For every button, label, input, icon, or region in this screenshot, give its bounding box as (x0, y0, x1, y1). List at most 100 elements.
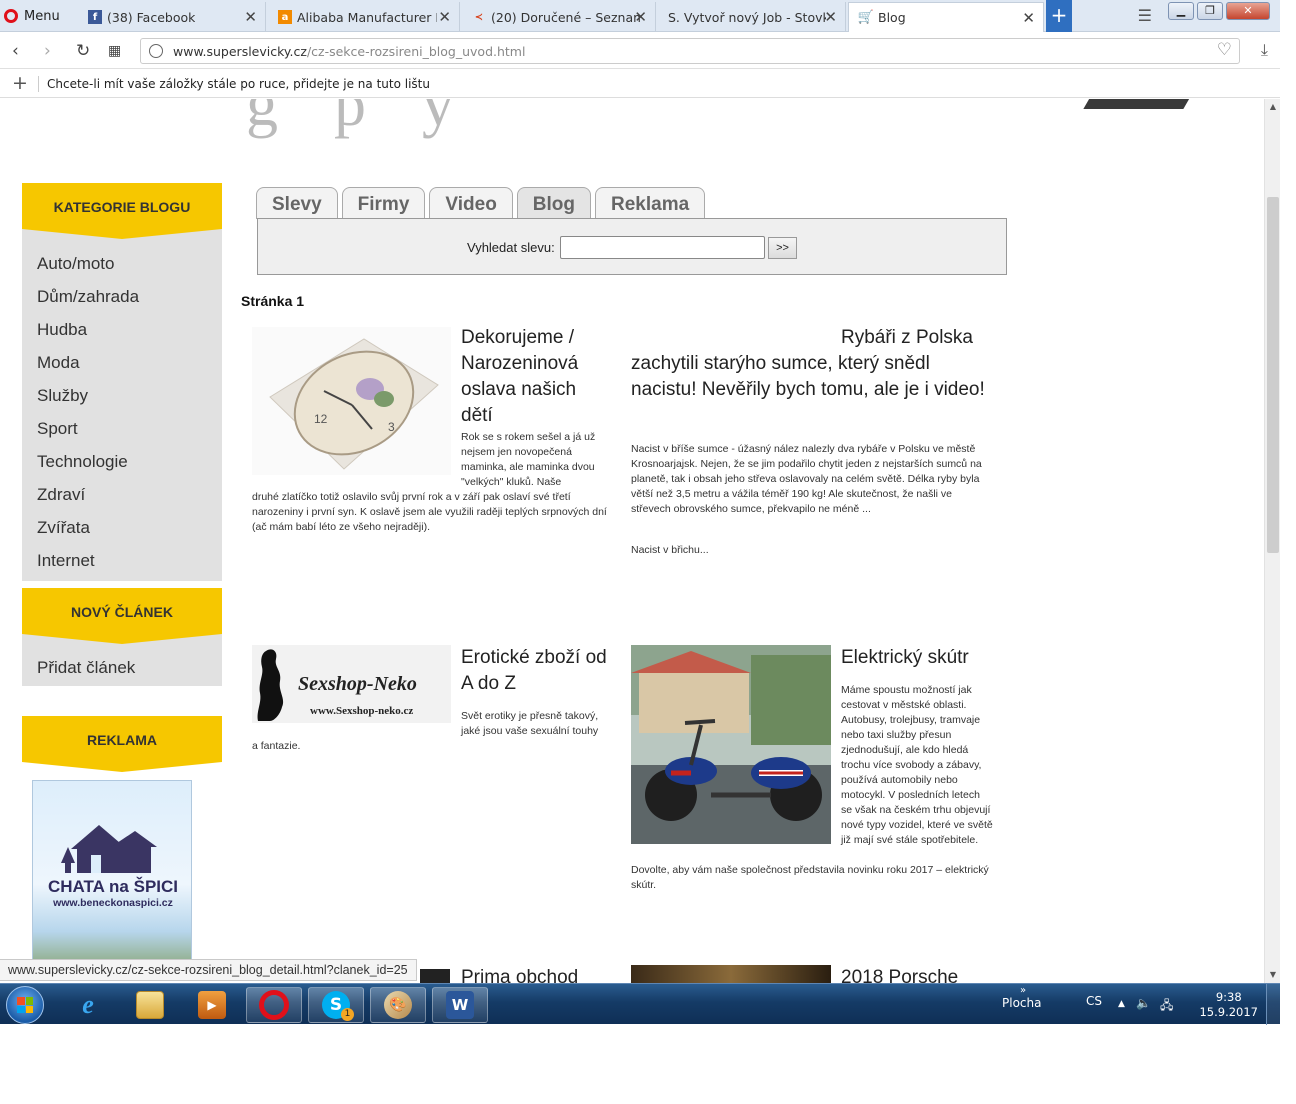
article-body-elektricky-skutr-b: Dovolte, aby vám naše společnost předsta… (631, 864, 989, 891)
article-title-narozeninova-oslava[interactable]: Dekorujeme / Narozeninová oslava našich … (461, 325, 611, 429)
search-panel: Vyhledat slevu: >> (257, 218, 1007, 275)
speed-dial-icon[interactable]: ▦ (108, 43, 121, 59)
article-more-rybari-z-polska[interactable]: Nacist v břichu... (631, 544, 709, 556)
category-zvirata[interactable]: Zvířata (22, 511, 222, 544)
taskbar-word[interactable]: W (432, 987, 488, 1023)
close-tab-icon[interactable]: ✕ (634, 8, 647, 26)
volume-icon[interactable]: 🔈 (1136, 996, 1151, 1010)
tab-menu-icon[interactable]: ☰ (1138, 6, 1152, 25)
status-url: www.superslevicky.cz/cz-sekce-rozsireni_… (0, 959, 417, 981)
address-bar: ‹ › ↻ ▦ www.superslevicky.cz/cz-sekce-ro… (0, 33, 1280, 69)
paint-icon: 🎨 (384, 991, 412, 1019)
tab-blog-section[interactable]: Blog (516, 187, 592, 219)
taskbar-file-explorer[interactable] (122, 987, 178, 1023)
taskbar-internet-explorer[interactable]: e (60, 987, 116, 1023)
reload-icon[interactable]: ↻ (76, 41, 90, 61)
new-article-heading: NOVÝ ČLÁNEK (22, 588, 222, 644)
article-body-rybari-z-polska: Nacist v bříše sumce - úžasný nález nale… (631, 443, 982, 515)
url-field[interactable]: www.superslevicky.cz/cz-sekce-rozsireni_… (140, 38, 1240, 64)
tray-overflow-chevron-icon[interactable]: » (1020, 985, 1026, 996)
svg-text:3: 3 (388, 420, 395, 434)
category-internet[interactable]: Internet (22, 544, 222, 577)
article-title-porsche[interactable]: 2018 Porsche (841, 965, 1041, 983)
shop-cart-icon: 🛒 (857, 10, 875, 25)
back-icon[interactable]: ‹ (12, 41, 19, 61)
scroll-down-icon[interactable]: ▼ (1265, 967, 1281, 983)
tab-stovkomat[interactable]: S. Vytvoř nový Job - Stovkom ✕ (658, 2, 846, 32)
category-sluzby[interactable]: Služby (22, 379, 222, 412)
article-thumbnail-sexshop[interactable]: Sexshop-Neko www.Sexshop-neko.cz (252, 645, 451, 723)
bookmark-heart-icon[interactable]: ♡ (1217, 40, 1232, 60)
page-viewport: g p y KATEGORIE BLOGU Auto/moto Dům/zahr… (0, 99, 1264, 983)
globe-icon (149, 44, 163, 58)
category-moda[interactable]: Moda (22, 346, 222, 379)
tab-blog[interactable]: 🛒 Blog ✕ (848, 2, 1044, 32)
close-tab-icon[interactable]: ✕ (824, 8, 837, 26)
search-submit-button[interactable]: >> (768, 237, 797, 259)
category-sport[interactable]: Sport (22, 412, 222, 445)
article-title-elektricky-skutr[interactable]: Elektrický skútr (841, 645, 993, 671)
article-title-eroticke-zbozi[interactable]: Erotické zboží od A do Z (461, 645, 613, 697)
alibaba-icon: a (278, 10, 292, 24)
article-title-rybari-z-polska[interactable]: Rybáři z Polska zachytili starýho sumce,… (631, 325, 991, 403)
download-icon[interactable]: ⤓ (1261, 40, 1268, 60)
scroll-thumb[interactable] (1267, 197, 1279, 553)
minimize-button[interactable]: ▁ (1168, 2, 1194, 20)
clock[interactable]: 9:38 15.9.2017 (1199, 990, 1258, 1020)
category-hudba[interactable]: Hudba (22, 313, 222, 346)
ad-banner[interactable]: CHATA na ŠPICI www.beneckonaspici.cz (32, 780, 192, 970)
tab-seznam-email[interactable]: ≺ (20) Doručené – Seznam E ✕ (462, 2, 656, 32)
article-thumbnail-skutr[interactable] (631, 645, 831, 844)
browser-tab-bar: Menu f (38) Facebook ✕ a Alibaba Manufac… (0, 0, 1280, 32)
clock-image: 12 3 (252, 327, 451, 475)
file-explorer-icon (136, 991, 164, 1019)
opera-menu-button[interactable]: Menu (4, 4, 66, 28)
tab-firmy[interactable]: Firmy (341, 187, 426, 219)
ad-box: REKLAMA (22, 716, 222, 772)
desktop-toolbar-label[interactable]: Plocha (1002, 996, 1041, 1010)
window-controls: ▁ ❐ ✕ (1168, 2, 1270, 20)
forward-icon[interactable]: › (44, 41, 51, 61)
taskbar-skype[interactable]: S 1 (308, 987, 364, 1023)
scroll-up-icon[interactable]: ▲ (1265, 99, 1281, 115)
section-tabs: Slevy Firmy Video Blog Reklama (256, 187, 706, 219)
article-thumbnail-clock[interactable]: 12 3 (252, 327, 451, 475)
category-technologie[interactable]: Technologie (22, 445, 222, 478)
tab-alibaba[interactable]: a Alibaba Manufacturer Dire ✕ (268, 2, 460, 32)
article-thumbnail-prima-obchod[interactable] (420, 969, 450, 983)
facebook-icon: f (88, 10, 102, 24)
add-bookmark-icon[interactable]: + (12, 72, 28, 94)
close-tab-icon[interactable]: ✕ (1022, 9, 1035, 27)
ad-banner-url: www.beneckonaspici.cz (53, 897, 173, 909)
article-body-narozeninova-oslava-b: druhé zlatíčko totiž oslavilo svůj první… (252, 491, 607, 533)
taskbar-media-player[interactable]: ▶ (184, 987, 240, 1023)
windows-logo-icon (17, 997, 33, 1013)
taskbar-paint[interactable]: 🎨 (370, 987, 426, 1023)
tab-reklama[interactable]: Reklama (595, 187, 706, 219)
taskbar-opera[interactable] (246, 987, 302, 1023)
maximize-button[interactable]: ❐ (1197, 2, 1223, 20)
close-tab-icon[interactable]: ✕ (438, 8, 451, 26)
url-path: /cz-sekce-rozsireni_blog_uvod.html (306, 43, 526, 59)
show-hidden-icons-icon[interactable]: ▲ (1118, 999, 1125, 1009)
close-window-button[interactable]: ✕ (1226, 2, 1270, 20)
close-tab-icon[interactable]: ✕ (244, 8, 257, 26)
language-indicator[interactable]: CS (1086, 994, 1102, 1008)
search-input[interactable] (560, 236, 765, 259)
clock-time: 9:38 (1215, 990, 1242, 1004)
cottage-icon (61, 825, 157, 873)
tab-slevy[interactable]: Slevy (256, 187, 338, 219)
show-desktop-button[interactable] (1266, 984, 1280, 1025)
vertical-scrollbar[interactable]: ▲ ▼ (1264, 99, 1280, 983)
start-button[interactable] (6, 986, 44, 1024)
category-auto-moto[interactable]: Auto/moto (22, 247, 222, 280)
category-zdravi[interactable]: Zdraví (22, 478, 222, 511)
tab-facebook[interactable]: f (38) Facebook ✕ (78, 2, 266, 32)
category-dum-zahrada[interactable]: Dům/zahrada (22, 280, 222, 313)
skype-badge: 1 (341, 1008, 354, 1021)
add-article-link[interactable]: Přidat článek (22, 651, 222, 684)
new-tab-button[interactable]: + (1046, 0, 1072, 32)
network-icon[interactable]: 🖧 (1160, 996, 1173, 1017)
article-thumbnail-porsche[interactable] (631, 965, 831, 983)
tab-video[interactable]: Video (429, 187, 513, 219)
